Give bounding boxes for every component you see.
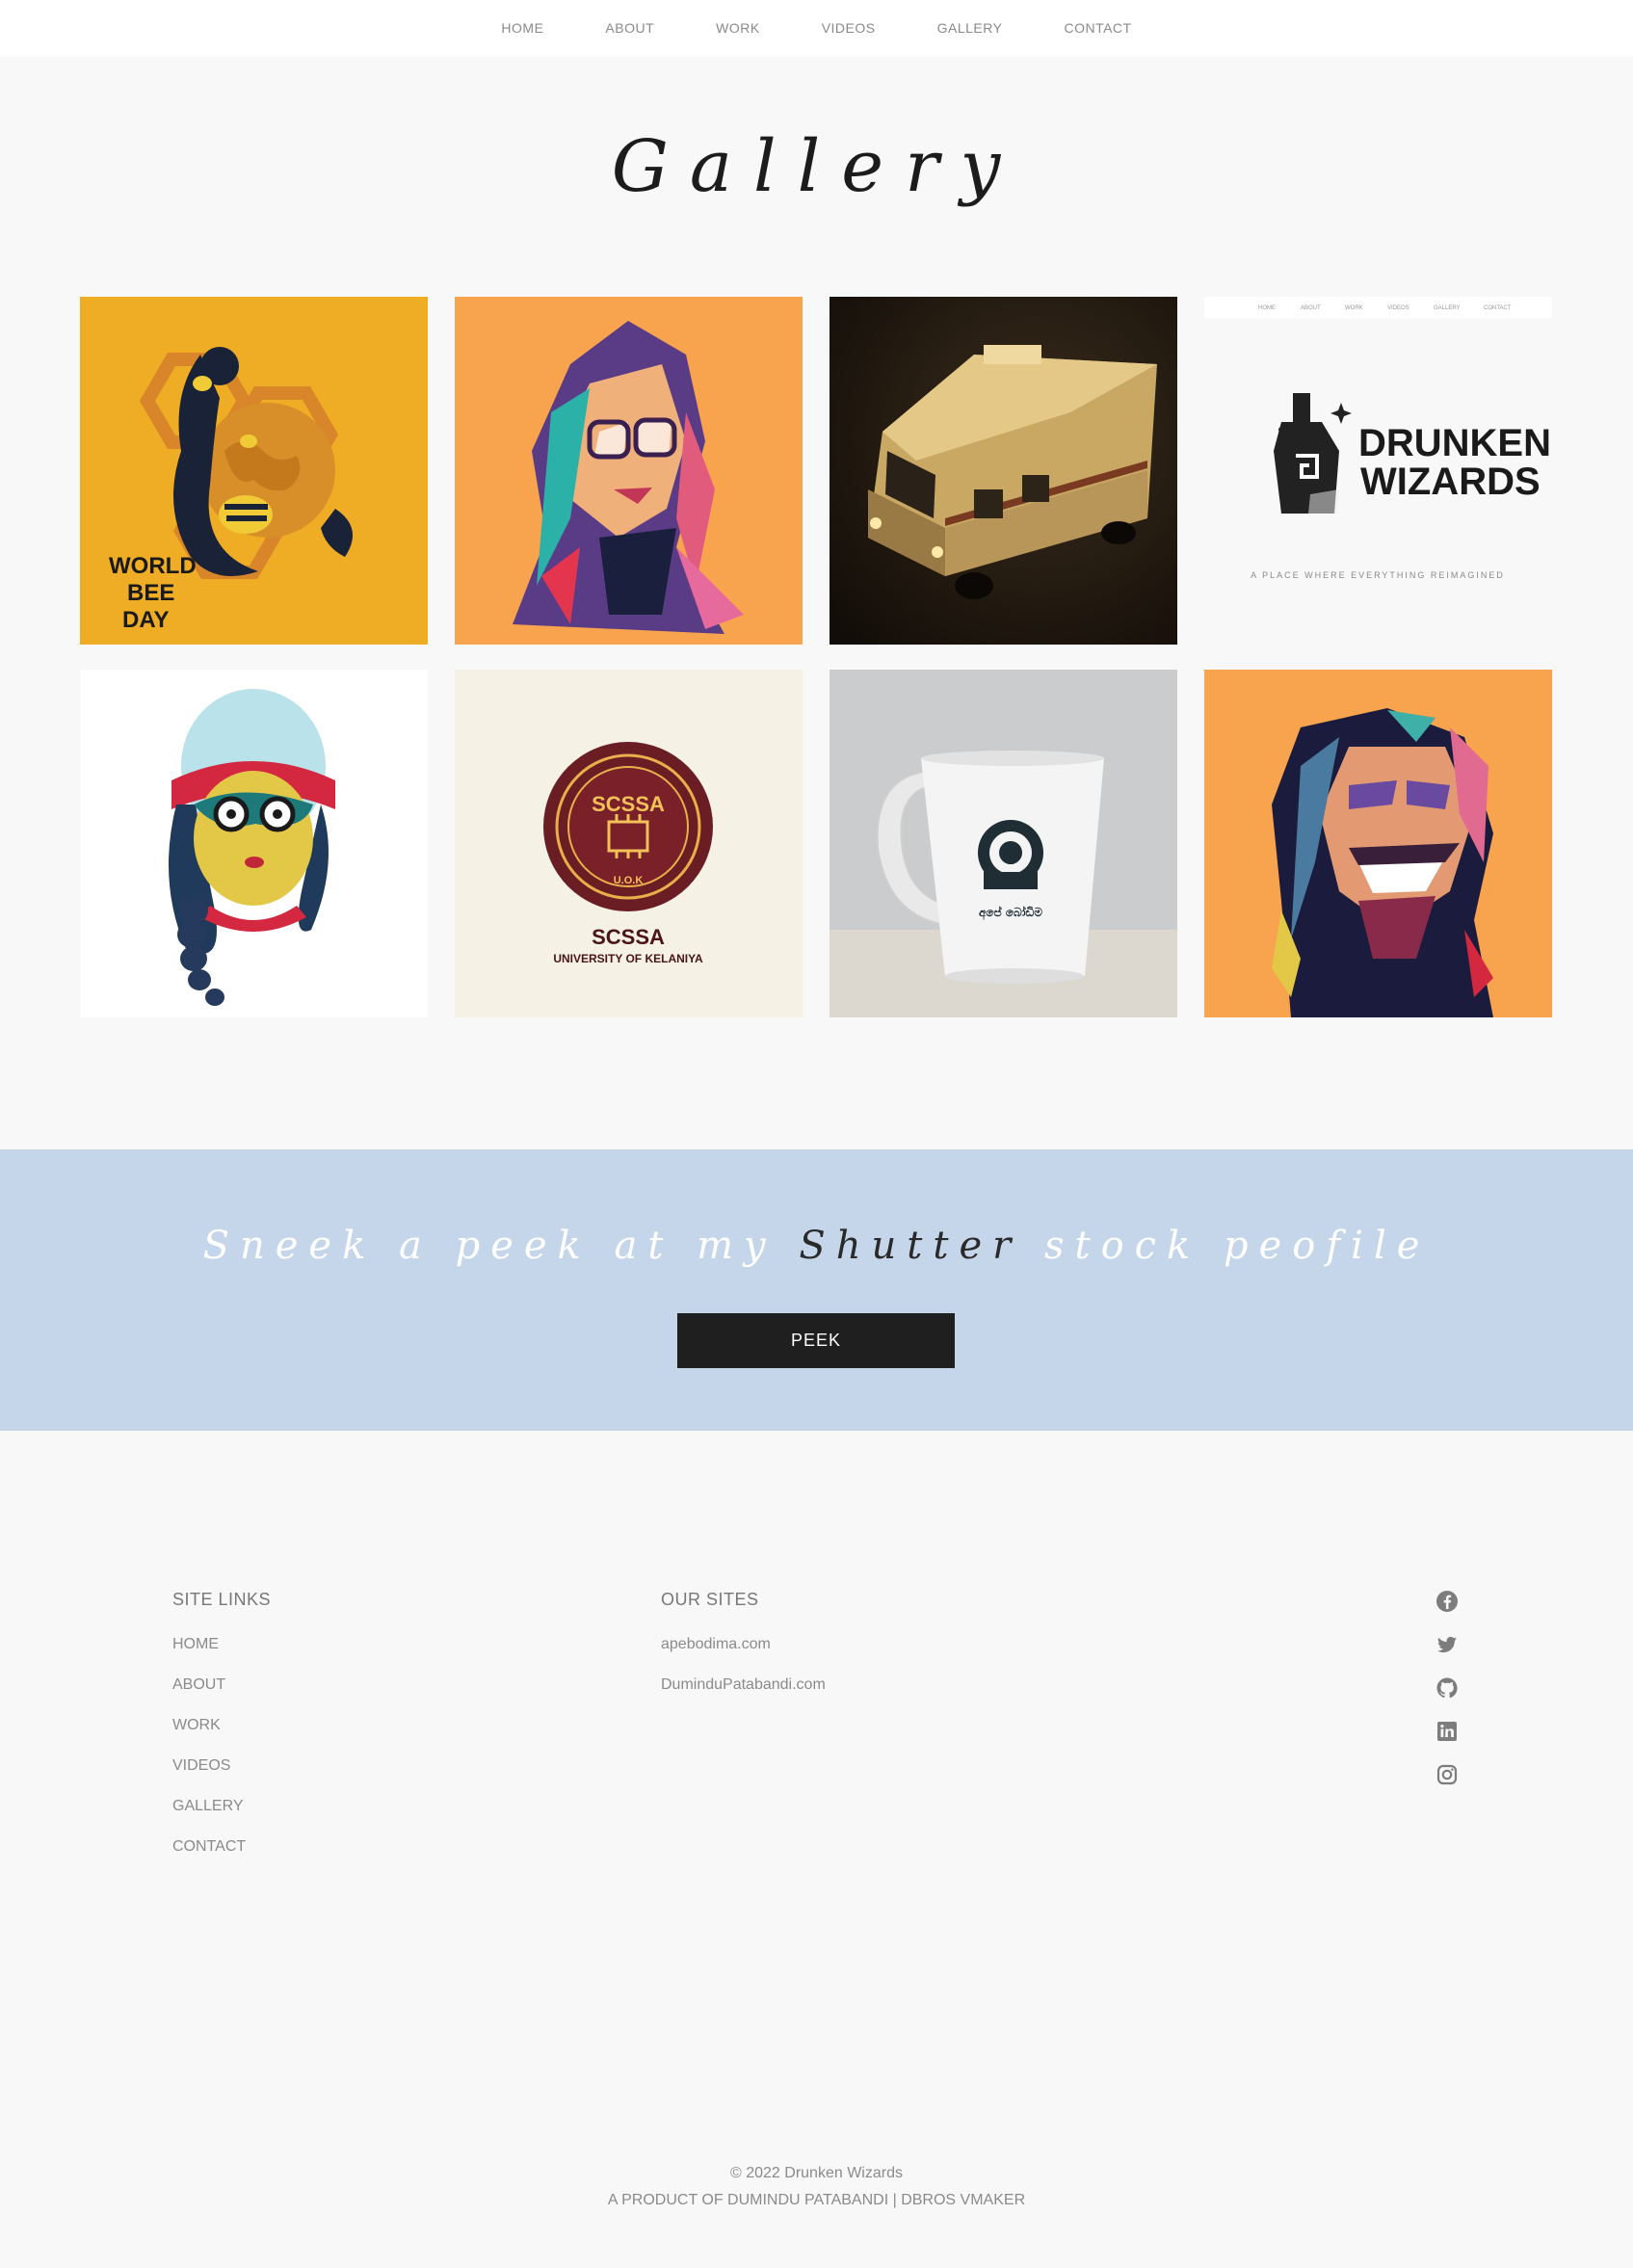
mini-nav-contact: CONTACT <box>1484 305 1512 311</box>
drunken-wizards-tagline: A PLACE WHERE EVERYTHING REIMAGINED <box>1251 570 1505 580</box>
footer-site-links: SITE LINKS HOME ABOUT WORK VIDEOS GALLER… <box>172 1590 271 1878</box>
scssa-subtitle: UNIVERSITY OF KELANIYA <box>553 952 703 965</box>
scssa-badge-text: SCSSA <box>592 792 665 816</box>
gallery-tile-drunken-wizards[interactable]: HOME ABOUT WORK VIDEOS GALLERY CONTACT D… <box>1204 297 1552 645</box>
gallery-tile-world-bee-day[interactable]: WORLD BEE DAY <box>80 297 428 645</box>
footer-link-contact[interactable]: CONTACT <box>172 1837 271 1857</box>
github-icon[interactable] <box>1435 1676 1461 1701</box>
mini-nav-work: WORK <box>1345 305 1363 311</box>
bee-day-line-2: BEE <box>127 580 174 606</box>
drunken-wizards-site-image: HOME ABOUT WORK VIDEOS GALLERY CONTACT D… <box>1204 297 1552 645</box>
girl-hat-illustration-image <box>80 670 428 1017</box>
gallery-grid: WORLD BEE DAY HOME ABOUT WORK VIDEOS GAL… <box>80 297 1554 1017</box>
gallery-title: Gallery <box>611 125 1022 208</box>
banner-text-shutter: Shutter <box>799 1224 1022 1268</box>
twitter-icon[interactable] <box>1435 1633 1461 1658</box>
gallery-tile-rv-photo[interactable] <box>830 297 1177 645</box>
linkedin-icon[interactable] <box>1435 1720 1461 1745</box>
apebodima-logo-icon <box>978 820 1043 889</box>
footer-site-links-title: SITE LINKS <box>172 1590 272 1609</box>
peek-button[interactable]: PEEK <box>677 1313 955 1368</box>
footer-link-about[interactable]: ABOUT <box>172 1675 271 1695</box>
girl-wpap-portrait-image <box>455 297 803 645</box>
product-credit-text: A PRODUCT OF DUMINDU PATABANDI | DBROS V… <box>607 2192 1026 2208</box>
drunken-wizards-brand-line-2: WIZARDS <box>1360 461 1541 503</box>
nav-about-link[interactable]: ABOUT <box>605 20 654 36</box>
footer-site-dumindupatabandi[interactable]: DuminduPatabandi.com <box>661 1675 826 1695</box>
banner-text-part-1: Sneek a peek at my <box>202 1224 800 1268</box>
nav-gallery-link[interactable]: GALLERY <box>937 20 1003 36</box>
gallery-tile-man-portrait[interactable] <box>1204 670 1552 1017</box>
apebodima-mug-image: අපේ බෝඩිම <box>830 670 1177 1017</box>
banner-heading: Sneek a peek at my Shutter stock peofile <box>0 1224 1633 1268</box>
footer-copyright: © 2022 Drunken Wizards A PRODUCT OF DUMI… <box>0 2160 1633 2214</box>
gallery-tile-girl-hat[interactable] <box>80 670 428 1017</box>
footer-our-sites-title: OUR SITES <box>661 1590 759 1609</box>
mini-nav-about: ABOUT <box>1301 305 1321 311</box>
banner-text-part-2: stock peofile <box>1021 1224 1431 1268</box>
footer-link-gallery[interactable]: GALLERY <box>172 1797 271 1816</box>
scssa-logo-image: SCSSA U.O.K SCSSA UNIVERSITY OF KELANIYA <box>455 670 803 1017</box>
gallery-tile-girl-portrait[interactable] <box>455 297 803 645</box>
drunken-wizards-brand-line-1: DRUNKEN <box>1358 422 1551 464</box>
rv-photo-image <box>830 297 1177 645</box>
mini-nav-videos: VIDEOS <box>1387 305 1409 311</box>
footer-site-apebodima[interactable]: apebodima.com <box>661 1635 826 1654</box>
man-wpap-portrait-image <box>1204 670 1552 1017</box>
mini-nav-home: HOME <box>1258 305 1276 311</box>
top-nav: HOME ABOUT WORK VIDEOS GALLERY CONTACT <box>0 0 1633 56</box>
world-bee-day-image: WORLD BEE DAY <box>80 297 428 645</box>
shutterstock-banner: Sneek a peek at my Shutter stock peofile… <box>0 1149 1633 1431</box>
nav-home-link[interactable]: HOME <box>501 20 543 36</box>
scssa-badge-sub: U.O.K <box>614 875 644 886</box>
footer-our-sites: OUR SITES apebodima.com DuminduPatabandi… <box>661 1590 826 1716</box>
bee-day-line-1: WORLD <box>109 553 197 579</box>
footer-link-work[interactable]: WORK <box>172 1716 271 1735</box>
gallery-tile-apebodima-mug[interactable]: අපේ බෝඩිම <box>830 670 1177 1017</box>
apebodima-mug-text: අපේ බෝඩිම <box>979 906 1042 920</box>
footer-link-videos[interactable]: VIDEOS <box>172 1756 271 1776</box>
social-links <box>1435 1590 1464 1806</box>
nav-contact-link[interactable]: CONTACT <box>1064 20 1131 36</box>
copyright-text: © 2022 Drunken Wizards <box>730 2165 903 2181</box>
nav-work-link[interactable]: WORK <box>716 20 760 36</box>
mini-nav-gallery: GALLERY <box>1434 305 1461 311</box>
nav-videos-link[interactable]: VIDEOS <box>822 20 876 36</box>
footer-link-home[interactable]: HOME <box>172 1635 271 1654</box>
scssa-title: SCSSA <box>592 925 665 949</box>
gallery-tile-scssa-logo[interactable]: SCSSA U.O.K SCSSA UNIVERSITY OF KELANIYA <box>455 670 803 1017</box>
facebook-icon[interactable] <box>1435 1590 1461 1615</box>
bee-day-line-3: DAY <box>122 607 169 633</box>
instagram-icon[interactable] <box>1435 1763 1461 1788</box>
